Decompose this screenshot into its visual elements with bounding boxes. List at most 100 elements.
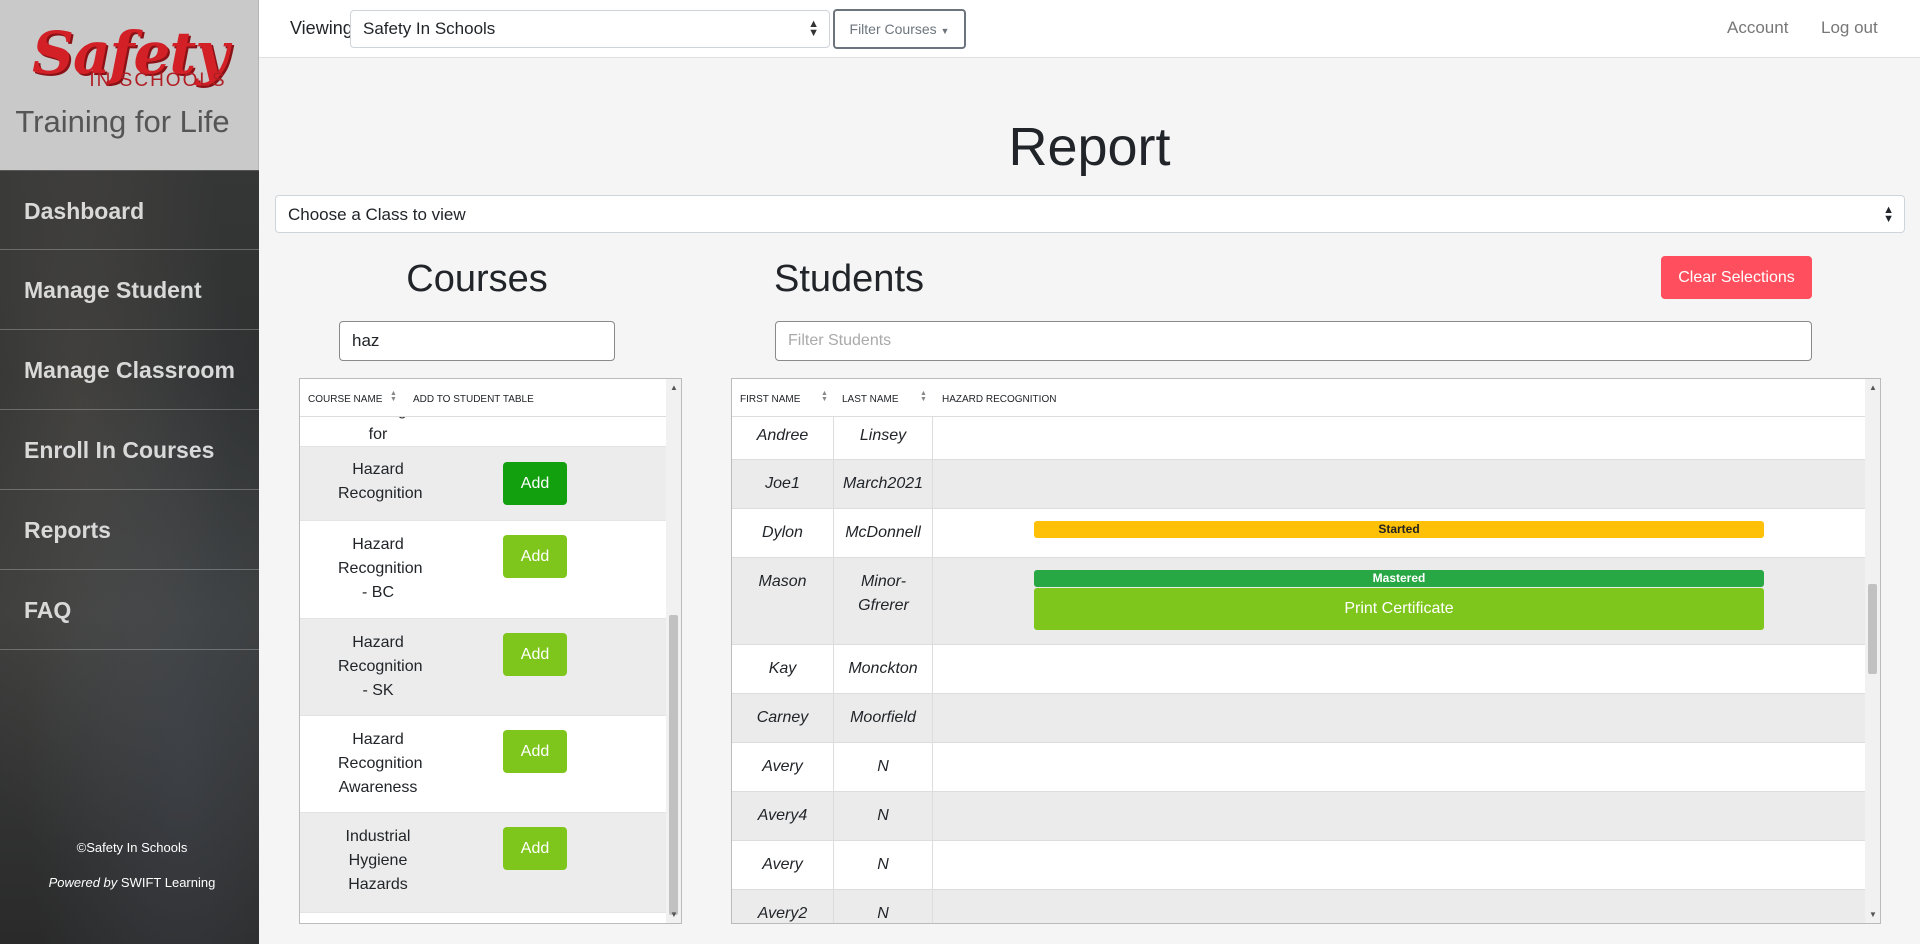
logo-brand-sub: IN SCHOOLS — [89, 70, 227, 91]
first-name-cell: Avery2 — [732, 890, 834, 923]
courses-table-header: COURSE NAME ▲ ▼ ADD TO STUDENT TABLE — [300, 379, 666, 417]
scroll-down-icon[interactable]: ▼ — [670, 910, 678, 919]
table-row: Carney Moorfield — [732, 694, 1865, 743]
first-name: Dylon — [762, 524, 803, 541]
print-certificate-button[interactable]: Print Certificate — [1034, 588, 1764, 630]
last-name-cell: Monckton — [834, 645, 933, 693]
table-row: Hazard Recognition Awareness Add — [300, 716, 666, 813]
add-course-button[interactable]: Add — [503, 827, 567, 870]
status-badge-started: Started — [1034, 521, 1764, 538]
last-name: N — [877, 758, 889, 775]
nav-reports[interactable]: Reports — [0, 490, 259, 570]
col-first-name[interactable]: FIRST NAME — [740, 394, 800, 405]
table-row: Hazard Recognition Add — [300, 447, 666, 521]
add-course-button[interactable]: Add — [503, 462, 567, 505]
class-select-value: Choose a Class to view — [288, 205, 466, 224]
scroll-thumb[interactable] — [1868, 584, 1877, 674]
first-name: Avery — [762, 856, 803, 873]
col-course-name[interactable]: COURSE NAME — [308, 394, 382, 405]
course-name: Hazard Recognition - SK — [338, 634, 423, 699]
caret-down-icon: ▼ — [940, 26, 950, 36]
last-name-cell: N — [834, 743, 933, 791]
scroll-up-icon[interactable]: ▲ — [1869, 383, 1877, 392]
viewing-select[interactable]: Safety In Schools ▲ ▼ — [350, 10, 830, 48]
table-row: Hazard Recognition - BC Add — [300, 521, 666, 619]
sort-icon[interactable]: ▲ ▼ — [920, 390, 927, 403]
nav-faq[interactable]: FAQ — [0, 570, 259, 650]
col-last-name[interactable]: LAST NAME — [842, 394, 899, 405]
students-table-header: FIRST NAME ▲ ▼ LAST NAME ▲ ▼ HAZARD RECOGN… — [732, 379, 1865, 417]
select-arrows-icon: ▲ ▼ — [808, 18, 819, 39]
last-name: N — [877, 807, 889, 824]
top-bar: Viewing: Safety In Schools ▲ ▼ Filter Cou… — [259, 0, 1920, 58]
col-hazard-recognition: HAZARD RECOGNITION — [942, 394, 1057, 405]
footer-powered-name[interactable]: SWIFT Learning — [121, 875, 215, 890]
first-name-cell: Avery4 — [732, 792, 834, 840]
course-filter-input[interactable]: haz — [339, 321, 615, 361]
scroll-thumb[interactable] — [669, 615, 678, 915]
first-name: Kay — [768, 660, 797, 677]
first-name: Joe1 — [765, 475, 800, 492]
first-name-cell: Andree — [732, 417, 834, 459]
logo[interactable]: Safety IN SCHOOLS Training for Life — [0, 0, 259, 170]
course-name: Industrial Hygiene Hazards — [345, 828, 411, 893]
sort-icon[interactable]: ▲ ▼ — [390, 390, 397, 403]
first-name-cell: Avery — [732, 743, 834, 791]
students-heading: Students — [774, 258, 924, 300]
table-row: Hazard Recognition - SK Add — [300, 619, 666, 716]
courses-scrollbar[interactable]: ▲ ▼ — [666, 379, 681, 923]
last-name: Moorfield — [850, 709, 916, 726]
footer-powered-by: Powered by — [48, 875, 118, 890]
first-name-cell: Joe1 — [732, 460, 834, 508]
first-name: Avery2 — [757, 905, 808, 922]
first-name: Andree — [756, 427, 809, 444]
last-name-cell: Moorfield — [834, 694, 933, 742]
add-course-button[interactable]: Add — [503, 535, 567, 578]
footer-powered: Powered by SWIFT Learning — [0, 875, 259, 890]
add-course-button[interactable]: Add — [503, 633, 567, 676]
clear-selections-button[interactable]: Clear Selections — [1661, 256, 1812, 299]
course-name: Hazard Recognition Awareness — [338, 731, 423, 796]
first-name: Avery4 — [757, 807, 808, 824]
students-scrollbar[interactable]: ▲ ▼ — [1865, 379, 1880, 923]
last-name: Linsey — [859, 427, 907, 444]
first-name-cell: Kay — [732, 645, 834, 693]
last-name: Minor-Gfrerer — [858, 573, 909, 614]
table-row: Dylon McDonnell Started — [732, 509, 1865, 558]
students-table: FIRST NAME ▲ ▼ LAST NAME ▲ ▼ HAZARD RECOGN… — [731, 378, 1881, 924]
viewing-select-value: Safety In Schools — [363, 19, 496, 38]
nav-enroll-in-courses[interactable]: Enroll In Courses — [0, 410, 259, 490]
class-select[interactable]: Choose a Class to view ▲ ▼ — [275, 195, 1905, 233]
last-name-cell: McDonnell — [834, 509, 933, 557]
table-row: Kay Monckton — [732, 645, 1865, 694]
logo-tagline: Training for Life — [15, 104, 230, 139]
sort-icon[interactable]: ▲ ▼ — [821, 390, 828, 403]
table-row: Avery2 N — [732, 890, 1865, 923]
last-name: McDonnell — [845, 524, 921, 541]
first-name: Carney — [756, 709, 809, 726]
logout-link[interactable]: Log out — [1821, 18, 1878, 38]
students-table-body: Andree Linsey Joe1 March2021 Dylon McDon… — [732, 417, 1865, 923]
scroll-up-icon[interactable]: ▲ — [670, 383, 678, 392]
first-name: Mason — [758, 573, 807, 590]
course-name: Hazard Recognition — [338, 461, 423, 502]
table-row: Avery4 N — [732, 792, 1865, 841]
nav-dashboard[interactable]: Dashboard — [0, 170, 259, 250]
first-name: Avery — [762, 758, 803, 775]
last-name-cell: N — [834, 890, 933, 923]
nav-manage-student[interactable]: Manage Student — [0, 250, 259, 330]
table-row: Andree Linsey — [732, 417, 1865, 460]
filter-courses-button[interactable]: Filter Courses ▼ — [833, 9, 966, 49]
first-name-cell: Mason — [732, 558, 834, 644]
account-link[interactable]: Account — [1727, 18, 1788, 38]
scroll-down-icon[interactable]: ▼ — [1869, 910, 1877, 919]
courses-table-body: Training for Managers Hazard Recognition… — [300, 389, 666, 913]
last-name: N — [877, 905, 889, 922]
nav-manage-classroom[interactable]: Manage Classroom — [0, 330, 259, 410]
last-name-cell: Linsey — [834, 417, 933, 459]
courses-heading: Courses — [406, 258, 548, 300]
add-course-button[interactable]: Add — [503, 730, 567, 773]
last-name-cell: N — [834, 841, 933, 889]
student-filter-input[interactable]: Filter Students — [775, 321, 1812, 361]
first-name-cell: Dylon — [732, 509, 834, 557]
